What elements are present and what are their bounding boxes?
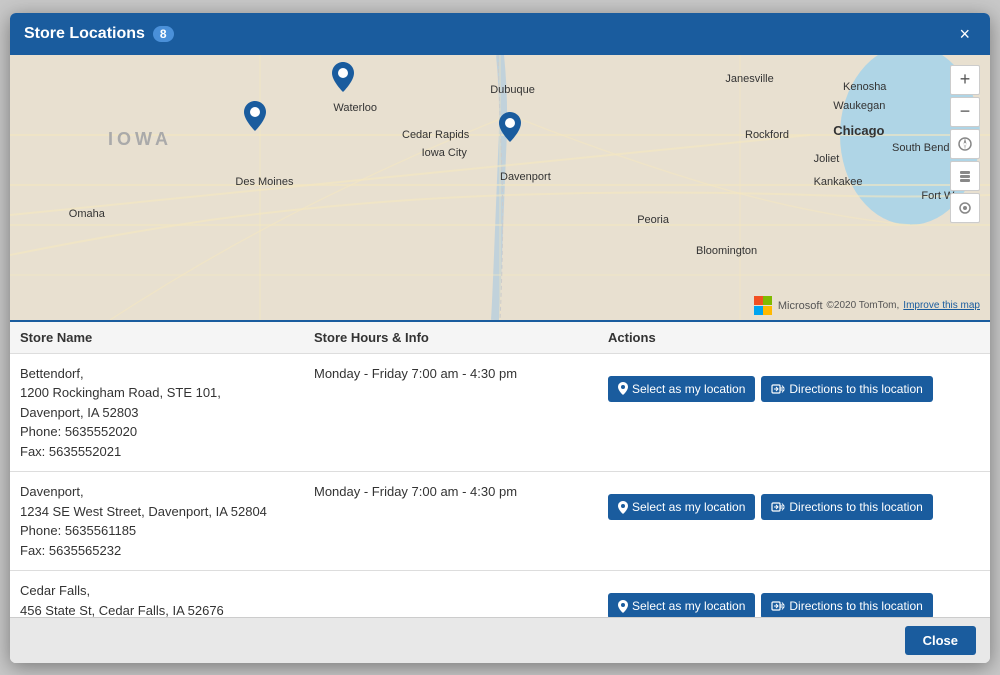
city-omaha: Omaha	[69, 208, 105, 220]
table-row: Bettendorf,1200 Rockingham Road, STE 101…	[10, 353, 990, 472]
col-actions: Actions	[598, 322, 990, 354]
map-pin-waterloo[interactable]	[332, 62, 354, 95]
map-container: Waterloo Dubuque Janesville Kenosha Wauk…	[10, 55, 990, 320]
actions-cell: Select as my location Directions to this…	[598, 571, 990, 617]
table-row: Davenport,1234 SE West Street, Davenport…	[10, 472, 990, 571]
improve-map-link[interactable]: Improve this map	[903, 300, 980, 311]
compass-button[interactable]	[950, 129, 980, 159]
store-name-cell: Bettendorf,1200 Rockingham Road, STE 101…	[10, 353, 304, 472]
table-header-row: Store Name Store Hours & Info Actions	[10, 322, 990, 354]
store-count-badge: 8	[153, 26, 174, 42]
store-name-cell: Cedar Falls,456 State St, Cedar Falls, I…	[10, 571, 304, 617]
actions-cell: Select as my location Directions to this…	[598, 472, 990, 571]
city-waukegan: Waukegan	[833, 100, 885, 112]
map-copyright: Microsoft ©2020 TomTom, Improve this map	[754, 296, 980, 316]
microsoft-logo	[754, 296, 774, 316]
city-south-bend: South Bend	[892, 142, 950, 154]
city-chicago: Chicago	[833, 123, 884, 138]
city-waterloo: Waterloo	[333, 102, 377, 114]
city-bloomington: Bloomington	[696, 245, 757, 257]
directions-button[interactable]: Directions to this location	[761, 593, 932, 617]
modal-footer: Close	[10, 617, 990, 663]
modal-header-left: Store Locations 8	[24, 25, 174, 43]
zoom-in-button[interactable]: +	[950, 65, 980, 95]
store-hours-cell: Monday - Friday 7:00 am - 4:30 pm	[304, 472, 598, 571]
footer-close-button[interactable]: Close	[905, 626, 976, 655]
city-davenport: Davenport	[500, 171, 551, 183]
select-location-button[interactable]: Select as my location	[608, 376, 755, 402]
copyright-text: ©2020 TomTom,	[827, 300, 900, 311]
city-rockford: Rockford	[745, 129, 789, 141]
city-kenosha: Kenosha	[843, 81, 886, 93]
store-table: Store Name Store Hours & Info Actions Be…	[10, 322, 990, 617]
map-pin-des-moines[interactable]	[244, 101, 266, 134]
directions-button[interactable]: Directions to this location	[761, 376, 932, 402]
city-des-moines: Des Moines	[235, 176, 293, 188]
directions-button[interactable]: Directions to this location	[761, 494, 932, 520]
col-store-name: Store Name	[10, 322, 304, 354]
store-locations-modal: Store Locations 8 ×	[10, 13, 990, 663]
city-janesville: Janesville	[725, 73, 773, 85]
modal-title: Store Locations	[24, 25, 145, 43]
modal-close-button[interactable]: ×	[953, 23, 976, 45]
city-iowa-city: Iowa City	[422, 147, 467, 159]
actions-cell: Select as my location Directions to this…	[598, 353, 990, 472]
map-settings-button[interactable]	[950, 193, 980, 223]
store-hours-cell	[304, 571, 598, 617]
city-cedar-rapids: Cedar Rapids	[402, 129, 469, 141]
map-controls: + −	[950, 65, 980, 223]
store-table-container: Store Name Store Hours & Info Actions Be…	[10, 320, 990, 617]
select-location-button[interactable]: Select as my location	[608, 593, 755, 617]
city-dubuque: Dubuque	[490, 84, 535, 96]
map-pin-davenport[interactable]	[499, 112, 521, 145]
city-joliet: Joliet	[814, 153, 840, 165]
col-store-hours: Store Hours & Info	[304, 322, 598, 354]
table-row: Cedar Falls,456 State St, Cedar Falls, I…	[10, 571, 990, 617]
store-name-cell: Davenport,1234 SE West Street, Davenport…	[10, 472, 304, 571]
city-peoria: Peoria	[637, 214, 669, 226]
select-location-button[interactable]: Select as my location	[608, 494, 755, 520]
state-label-iowa: IOWA	[108, 129, 172, 150]
modal-header: Store Locations 8 ×	[10, 13, 990, 55]
city-kankakee: Kankakee	[814, 176, 863, 188]
store-hours-cell: Monday - Friday 7:00 am - 4:30 pm	[304, 353, 598, 472]
microsoft-label: Microsoft	[778, 300, 823, 312]
zoom-out-button[interactable]: −	[950, 97, 980, 127]
map-layer-button[interactable]	[950, 161, 980, 191]
